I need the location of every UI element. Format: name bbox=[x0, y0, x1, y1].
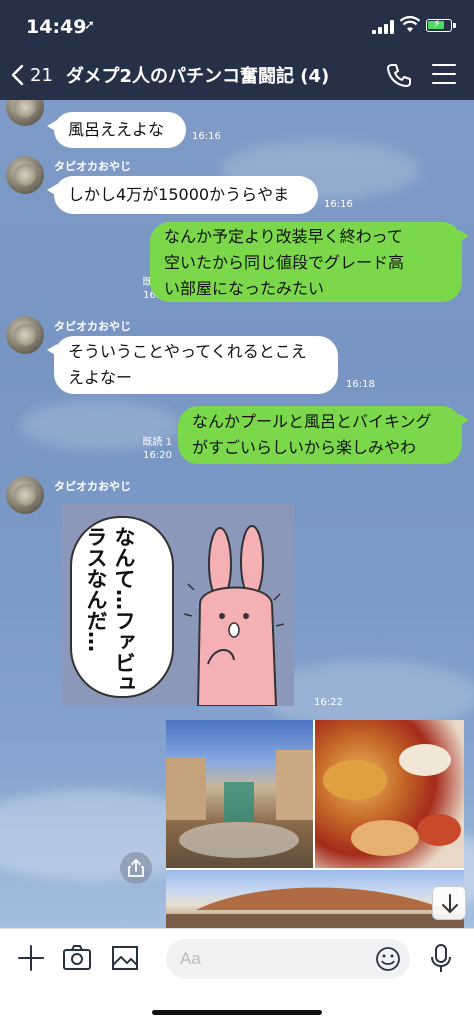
camera-icon[interactable] bbox=[62, 943, 92, 973]
emoji-icon[interactable] bbox=[374, 945, 402, 973]
message-line: えよなー bbox=[68, 368, 133, 387]
message-line: 空いたから同じ値段でグレード高 bbox=[164, 253, 405, 272]
menu-icon[interactable] bbox=[432, 64, 456, 86]
chevron-left-icon bbox=[11, 64, 24, 86]
sender-name: タピオカおやじ bbox=[54, 320, 131, 333]
rabbit-sticker-icon bbox=[183, 525, 285, 706]
message-bubble[interactable]: そういうことやってくれるとこえ えよなー bbox=[47, 336, 338, 394]
message-line: がすごいらしいから楽しみやわ bbox=[192, 438, 417, 457]
scroll-to-bottom-button[interactable] bbox=[432, 886, 466, 920]
location-icon: ➚ bbox=[84, 18, 95, 33]
unread-count: 21 bbox=[30, 64, 53, 86]
avatar[interactable] bbox=[6, 316, 44, 354]
wifi-icon bbox=[400, 16, 420, 32]
avatar[interactable] bbox=[6, 100, 44, 126]
message-line: なんかプールと風呂とバイキング bbox=[192, 412, 432, 431]
message-line: い部屋になったみたい bbox=[164, 279, 325, 298]
message-input[interactable] bbox=[180, 947, 360, 971]
signal-icon bbox=[372, 20, 396, 34]
message-text: 風呂ええよな bbox=[68, 120, 165, 139]
image-icon[interactable] bbox=[110, 943, 140, 973]
photo-album[interactable] bbox=[166, 720, 464, 928]
sender-name: タピオカおやじ bbox=[54, 480, 131, 493]
home-indicator bbox=[152, 1010, 322, 1015]
photo-pool-umbrella[interactable] bbox=[166, 870, 464, 928]
sender-name: タピオカおやじ bbox=[54, 160, 131, 173]
message-input-field[interactable] bbox=[166, 939, 410, 979]
message-line: なんか予定より改装早く終わって bbox=[164, 227, 403, 246]
read-receipt: 既読 1 bbox=[142, 437, 172, 448]
chat-title: ダメプ2人のパチンコ奮闘記 (4) bbox=[66, 66, 330, 87]
back-button[interactable]: 21 bbox=[10, 60, 70, 90]
share-button[interactable] bbox=[120, 852, 152, 884]
plus-icon[interactable] bbox=[16, 943, 46, 973]
photo-hotel-plaza[interactable] bbox=[166, 720, 313, 868]
message-bubble[interactable]: 風呂ええよな bbox=[47, 112, 186, 148]
chat-header: 21 ダメプ2人のパチンコ奮闘記 (4) bbox=[0, 50, 474, 100]
message-bubble[interactable]: なんかプールと風呂とバイキング がすごいらしいから楽しみやわ bbox=[178, 406, 469, 464]
share-icon bbox=[128, 858, 144, 877]
message-line: そういうことやってくれるとこえ bbox=[68, 342, 307, 361]
message-time: 16:22 bbox=[314, 697, 343, 708]
status-bar: 14:49 ➚ ⚡ bbox=[0, 0, 474, 50]
avatar[interactable] bbox=[6, 476, 44, 514]
status-time: 14:49 bbox=[26, 16, 87, 38]
phone-icon[interactable] bbox=[386, 62, 412, 88]
chat-area[interactable]: 風呂ええよな 16:16 タピオカおやじ しかし4万が15000かうらやま 16… bbox=[0, 100, 474, 928]
message-time: 16:16 bbox=[324, 199, 353, 210]
arrow-down-icon bbox=[442, 894, 458, 914]
photo-buffet[interactable] bbox=[315, 720, 464, 868]
avatar[interactable] bbox=[6, 156, 44, 194]
message-text: しかし4万が15000かうらやま bbox=[68, 185, 290, 204]
message-bubble[interactable]: しかし4万が15000かうらやま bbox=[47, 176, 318, 214]
message-time: 16:18 bbox=[346, 379, 375, 390]
sticker-image[interactable]: なんて…ファビュラスなんだ… bbox=[62, 504, 294, 706]
message-time: 16:20 bbox=[143, 450, 172, 461]
message-bubble[interactable]: なんか予定より改装早く終わって 空いたから同じ値段でグレード高 い部屋になったみ… bbox=[150, 222, 469, 302]
microphone-icon[interactable] bbox=[428, 943, 454, 973]
battery-icon: ⚡ bbox=[426, 17, 456, 32]
sticker-text: なんて…ファビュラスなんだ… bbox=[84, 526, 136, 694]
message-time: 16:16 bbox=[192, 131, 221, 142]
